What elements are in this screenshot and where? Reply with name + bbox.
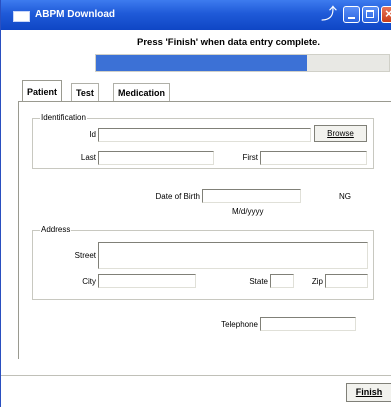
dob-format-hint: M/d/yyyy xyxy=(232,207,264,216)
progress-fill xyxy=(96,55,307,71)
last-name-field[interactable] xyxy=(98,151,214,165)
browse-button[interactable]: Browse xyxy=(314,125,367,142)
zip-label: Zip xyxy=(311,277,323,286)
telephone-label: Telephone xyxy=(221,320,258,329)
app-window: ABPM Download ⤴ × Press 'Finish' when da… xyxy=(0,0,391,407)
first-name-field[interactable] xyxy=(260,151,367,165)
state-field[interactable] xyxy=(270,274,294,288)
title-bar[interactable]: ABPM Download ⤴ × xyxy=(1,0,391,30)
maximize-icon[interactable] xyxy=(362,6,379,23)
tab-test[interactable]: Test xyxy=(71,83,99,101)
last-label: Last xyxy=(80,153,96,162)
city-label: City xyxy=(82,277,96,286)
finish-button[interactable]: Finish xyxy=(346,383,391,402)
street-label: Street xyxy=(74,251,96,260)
id-field[interactable] xyxy=(98,128,311,142)
footer-divider xyxy=(1,375,391,376)
dob-label: Date of Birth xyxy=(155,192,200,201)
telephone-field[interactable] xyxy=(260,317,356,331)
minimize-icon[interactable] xyxy=(343,6,360,23)
ng-indicator: NG xyxy=(339,192,351,201)
id-label: Id xyxy=(89,130,96,139)
instruction-text: Press 'Finish' when data entry complete. xyxy=(137,37,320,48)
dob-field[interactable] xyxy=(202,189,301,203)
tab-medication[interactable]: Medication xyxy=(113,83,171,101)
tab-patient[interactable]: Patient xyxy=(22,80,63,102)
pin-icon[interactable]: ⤴ xyxy=(319,6,339,24)
close-icon[interactable]: × xyxy=(381,6,391,23)
zip-field[interactable] xyxy=(325,274,368,288)
address-legend: Address xyxy=(40,225,72,234)
street-field[interactable] xyxy=(98,242,368,269)
window-title: ABPM Download xyxy=(35,9,115,20)
identification-legend: Identification xyxy=(40,113,87,122)
city-field[interactable] xyxy=(98,274,196,288)
progress-bar xyxy=(95,54,390,72)
window-icon xyxy=(13,11,30,22)
first-label: First xyxy=(242,153,258,162)
state-label: State xyxy=(249,277,268,286)
